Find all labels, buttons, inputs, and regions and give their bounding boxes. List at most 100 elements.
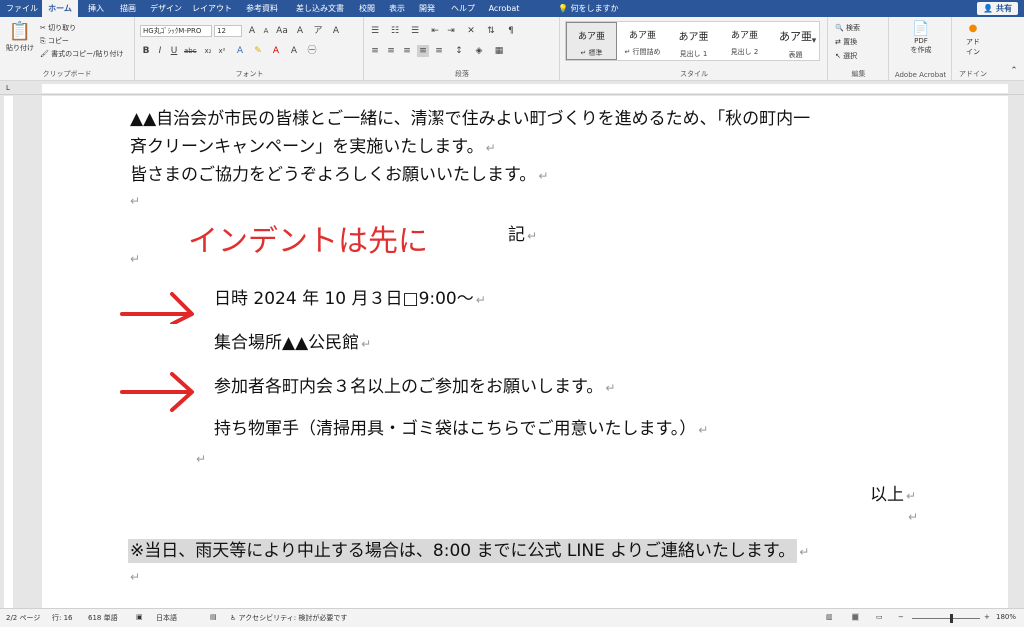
status-words[interactable]: 618 単語: [88, 613, 118, 623]
select-button[interactable]: ↖ 選択: [835, 51, 857, 61]
paragraph-mark: ↵: [361, 337, 372, 351]
note-line: ※当日、雨天等により中止する場合は、8:00 までに公式 LINE よりご連絡い…: [128, 536, 809, 563]
item-date-text: 日時 2024 年 10 月３日□9:00～: [214, 289, 474, 309]
ruler-track[interactable]: [42, 84, 1008, 93]
paste-button[interactable]: 📋 貼り付け: [6, 21, 34, 61]
style-preview: あア亜: [628, 31, 656, 41]
format-painter-button[interactable]: 🖌 書式のコピー/貼り付け: [40, 49, 123, 59]
cut-button[interactable]: ✂ 切り取り: [40, 23, 76, 33]
styles-more-icon[interactable]: ▾: [808, 35, 820, 47]
tell-me-search[interactable]: 💡 何をしますか: [558, 0, 619, 17]
addin-icon: ●: [968, 23, 978, 34]
tab-insert[interactable]: 挿入: [82, 0, 110, 17]
change-case-icon[interactable]: Aa: [276, 25, 288, 37]
font-size-combo[interactable]: 12: [214, 25, 242, 37]
find-button[interactable]: 🔍 検索: [835, 23, 860, 33]
show-marks-icon[interactable]: ¶: [505, 25, 517, 37]
borders-icon[interactable]: ▦: [493, 45, 505, 57]
tab-layout[interactable]: レイアウト: [190, 0, 234, 17]
highlight-icon[interactable]: ✎: [252, 45, 264, 57]
zoom-slider-thumb[interactable]: [950, 614, 953, 623]
print-layout-icon[interactable]: ▦: [852, 613, 859, 621]
grow-font-icon[interactable]: A: [246, 25, 258, 37]
tab-selector-icon[interactable]: L: [3, 83, 13, 93]
multilevel-list-icon[interactable]: ☰: [409, 25, 421, 37]
bold-icon[interactable]: B: [140, 45, 152, 57]
justify-icon[interactable]: ≡: [417, 45, 429, 57]
status-line[interactable]: 行: 16: [52, 613, 73, 623]
create-pdf-button[interactable]: 📄 PDF を作成: [904, 21, 938, 55]
text-effects-icon[interactable]: A: [234, 45, 246, 57]
style-no-spacing[interactable]: あア亜 ↵ 行間詰め: [617, 22, 668, 60]
ki-line: 記 ↵: [508, 220, 537, 245]
document-area: ▲▲自治会が市民の皆様とご一緒に、清潔で住みよい町づくりを進めるため、「秋の町内…: [16, 96, 1024, 608]
tab-file[interactable]: ファイル: [4, 0, 40, 17]
font-color-icon[interactable]: A: [270, 45, 282, 57]
sort-icon[interactable]: ⇅: [485, 25, 497, 37]
vertical-ruler-track[interactable]: [4, 96, 13, 608]
line-spacing-icon[interactable]: ↕: [453, 45, 465, 57]
style-heading-1[interactable]: あア亜 見出し 1: [668, 22, 719, 60]
create-pdf-line1: PDF: [914, 37, 928, 45]
share-button[interactable]: 👤 共有: [977, 2, 1018, 15]
shrink-font-icon[interactable]: A: [260, 25, 272, 37]
document-page[interactable]: ▲▲自治会が市民の皆様とご一緒に、清潔で住みよい町づくりを進めるため、「秋の町内…: [42, 96, 1008, 608]
align-center-icon[interactable]: ≡: [385, 45, 397, 57]
read-mode-icon[interactable]: ▥: [826, 613, 833, 621]
addins-button[interactable]: ● アド イン: [957, 21, 989, 57]
numbering-icon[interactable]: ☷: [389, 25, 401, 37]
style-normal[interactable]: あア亜 ↵ 標準: [566, 22, 617, 60]
item-participants-text: 参加者各町内会３名以上のご参加をお願いします。: [214, 377, 604, 397]
underline-icon[interactable]: U: [168, 45, 180, 57]
status-page[interactable]: 2/2 ページ: [6, 613, 40, 623]
enclose-characters-icon[interactable]: ㊀: [306, 45, 318, 57]
superscript-icon[interactable]: x²: [216, 45, 228, 57]
clear-format-icon[interactable]: A: [294, 25, 306, 37]
cursor-icon: ↖: [835, 52, 841, 60]
addin-line1: アド: [966, 38, 980, 46]
tab-help[interactable]: ヘルプ: [446, 0, 480, 17]
copy-label: コピー: [47, 37, 69, 45]
tab-acrobat[interactable]: Acrobat: [484, 0, 524, 17]
character-border-icon[interactable]: A: [330, 25, 342, 37]
shading-icon[interactable]: ◈: [473, 45, 485, 57]
replace-button[interactable]: ⇄ 置換: [835, 37, 857, 47]
tell-me-label: 何をしますか: [570, 4, 619, 13]
bullets-icon[interactable]: ☰: [369, 25, 381, 37]
find-label: 検索: [845, 24, 860, 32]
tab-view[interactable]: 表示: [384, 0, 410, 17]
decrease-indent-icon[interactable]: ⇤: [429, 25, 441, 37]
tab-mailings[interactable]: 差し込み文書: [290, 0, 350, 17]
align-left-icon[interactable]: ≡: [369, 45, 381, 57]
copy-button[interactable]: ⎘ コピー: [40, 36, 69, 46]
tab-review[interactable]: 校閲: [354, 0, 380, 17]
ki-text: 記: [508, 225, 525, 245]
increase-indent-icon[interactable]: ⇥: [445, 25, 457, 37]
character-shading-icon[interactable]: A: [288, 45, 300, 57]
align-right-icon[interactable]: ≡: [401, 45, 413, 57]
proofing-icon[interactable]: ▣: [136, 613, 143, 621]
asian-layout-icon[interactable]: ✕: [465, 25, 477, 37]
font-name-combo[interactable]: HG丸ｺﾞｼｯｸM-PRO: [140, 25, 212, 37]
tab-home[interactable]: ホーム: [42, 0, 78, 17]
zoom-out-icon[interactable]: −: [898, 613, 904, 621]
zoom-in-icon[interactable]: +: [984, 613, 990, 621]
strikethrough-icon[interactable]: abc: [184, 45, 197, 57]
styles-group-label: スタイル: [680, 70, 708, 78]
status-zoom[interactable]: 180%: [996, 613, 1016, 621]
zoom-slider[interactable]: [912, 618, 980, 619]
collapse-ribbon-icon[interactable]: ⌃: [1008, 65, 1020, 77]
style-heading-2[interactable]: あア亜 見出し 2: [719, 22, 770, 60]
status-accessibility[interactable]: ♿ アクセシビリティ: 検討が必要です: [230, 613, 347, 623]
status-language[interactable]: 日本語: [156, 613, 177, 623]
italic-icon[interactable]: I: [154, 45, 166, 57]
tab-developer[interactable]: 開発: [414, 0, 440, 17]
web-layout-icon[interactable]: ▭: [876, 613, 883, 621]
tab-design[interactable]: デザイン: [146, 0, 186, 17]
macro-icon[interactable]: ▤: [210, 613, 217, 621]
phonetic-guide-icon[interactable]: ア: [312, 25, 324, 37]
subscript-icon[interactable]: x₂: [202, 45, 214, 57]
tab-draw[interactable]: 描画: [114, 0, 142, 17]
tab-references[interactable]: 参考資料: [240, 0, 284, 17]
distributed-icon[interactable]: ≡: [433, 45, 445, 57]
